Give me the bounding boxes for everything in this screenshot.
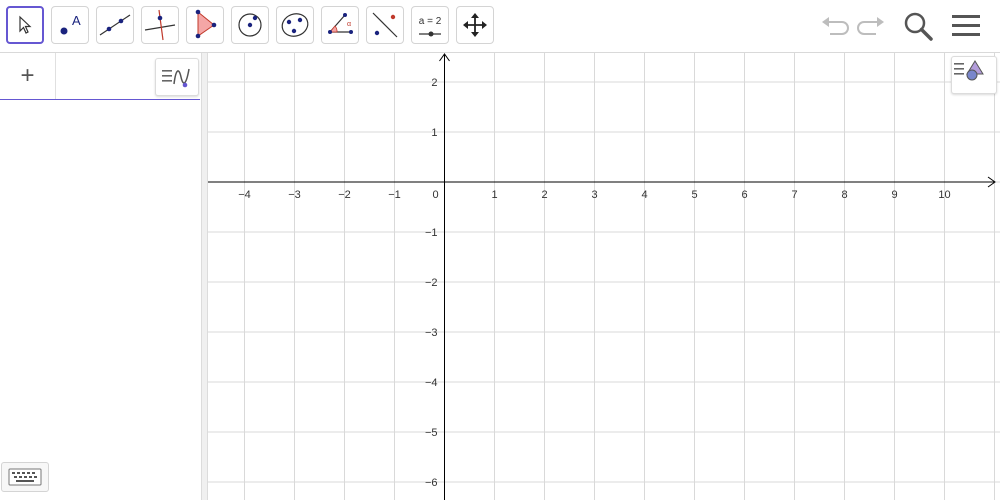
move-graphics-view-tool-button[interactable] xyxy=(456,6,494,44)
grid-lines xyxy=(208,53,1000,500)
x-tick-label: 5 xyxy=(691,189,697,201)
menu-icon xyxy=(952,15,980,36)
y-tick-label: 1 xyxy=(431,127,437,139)
keyboard-icon xyxy=(8,468,42,486)
slider-tool-label: a = 2 xyxy=(418,16,442,27)
slider-tool-button[interactable]: a = 2 xyxy=(411,6,449,44)
x-tick-label: −4 xyxy=(238,189,251,201)
y-tick-label: −6 xyxy=(425,477,438,489)
algebra-style-bar-button[interactable] xyxy=(155,58,199,96)
angle-tool-button[interactable]: α xyxy=(321,6,359,44)
x-tick-label: −2 xyxy=(338,189,351,201)
x-tick-label: 2 xyxy=(541,189,547,201)
circle-three-points-icon xyxy=(281,13,309,37)
reflect-tool-button[interactable] xyxy=(366,6,404,44)
angle-icon: α xyxy=(328,13,353,34)
point-label-text: A xyxy=(72,13,81,28)
perpendicular-line-icon xyxy=(144,9,176,41)
x-tick-label: 1 xyxy=(491,189,497,201)
graphics-style-bar-icon xyxy=(954,60,984,81)
graphics-view[interactable]: −4 −3 −2 −1 0 1 2 3 4 5 6 7 8 9 10 2 1 −1 −2 −3 −4 −5 −6 xyxy=(208,53,1000,500)
y-tick-label: −1 xyxy=(425,227,438,239)
algebra-view: + xyxy=(0,53,201,500)
toolbar: A α a = 2 xyxy=(0,0,1000,53)
y-tick-label: −3 xyxy=(425,327,438,339)
axes xyxy=(208,53,996,500)
x-tick-label: −3 xyxy=(288,189,301,201)
line-tool-button[interactable] xyxy=(96,6,134,44)
y-tick-label: 2 xyxy=(431,77,437,89)
x-tick-label: 10 xyxy=(938,189,950,201)
x-tick-label: 9 xyxy=(891,189,897,201)
perpendicular-line-tool-button[interactable] xyxy=(141,6,179,44)
polygon-icon xyxy=(195,9,217,39)
x-tick-label: 0 xyxy=(432,189,438,201)
move-view-icon xyxy=(463,13,487,37)
move-tool-button[interactable] xyxy=(6,6,44,44)
point-tool-button[interactable]: A xyxy=(51,6,89,44)
x-tick-label: −1 xyxy=(388,189,401,201)
redo-icon xyxy=(857,17,884,35)
svg-text:α: α xyxy=(347,21,351,28)
point-icon: A xyxy=(60,13,81,35)
x-tick-label: 6 xyxy=(741,189,747,201)
add-input-button[interactable]: + xyxy=(0,53,56,99)
coordinate-grid[interactable]: −4 −3 −2 −1 0 1 2 3 4 5 6 7 8 9 10 2 1 −1 −2 −3 −4 −5 −6 xyxy=(208,53,1000,500)
circle-three-points-tool-button[interactable] xyxy=(276,6,314,44)
polygon-tool-button[interactable] xyxy=(186,6,224,44)
y-tick-label: −4 xyxy=(425,377,438,389)
undo-icon xyxy=(822,17,849,35)
algebra-style-bar-icon xyxy=(162,68,190,88)
view-splitter[interactable] xyxy=(201,53,208,500)
line-icon xyxy=(99,14,131,36)
circle-center-point-tool-button[interactable] xyxy=(231,6,269,44)
keyboard-button[interactable] xyxy=(1,462,49,492)
x-tick-label: 4 xyxy=(641,189,647,201)
undo-button[interactable] xyxy=(817,8,853,44)
search-button[interactable] xyxy=(900,8,936,44)
x-tick-label: 7 xyxy=(791,189,797,201)
plus-icon: + xyxy=(20,62,35,89)
circle-center-point-icon xyxy=(238,13,262,37)
move-arrow-icon xyxy=(19,15,32,34)
redo-button[interactable] xyxy=(853,8,889,44)
reflect-icon xyxy=(372,12,398,38)
y-tick-label: −5 xyxy=(425,427,438,439)
graphics-style-bar-button[interactable] xyxy=(951,56,997,94)
y-tick-label: −2 xyxy=(425,277,438,289)
x-tick-label: 3 xyxy=(591,189,597,201)
search-icon xyxy=(904,12,933,41)
menu-button[interactable] xyxy=(948,8,984,44)
x-tick-label: 8 xyxy=(841,189,847,201)
